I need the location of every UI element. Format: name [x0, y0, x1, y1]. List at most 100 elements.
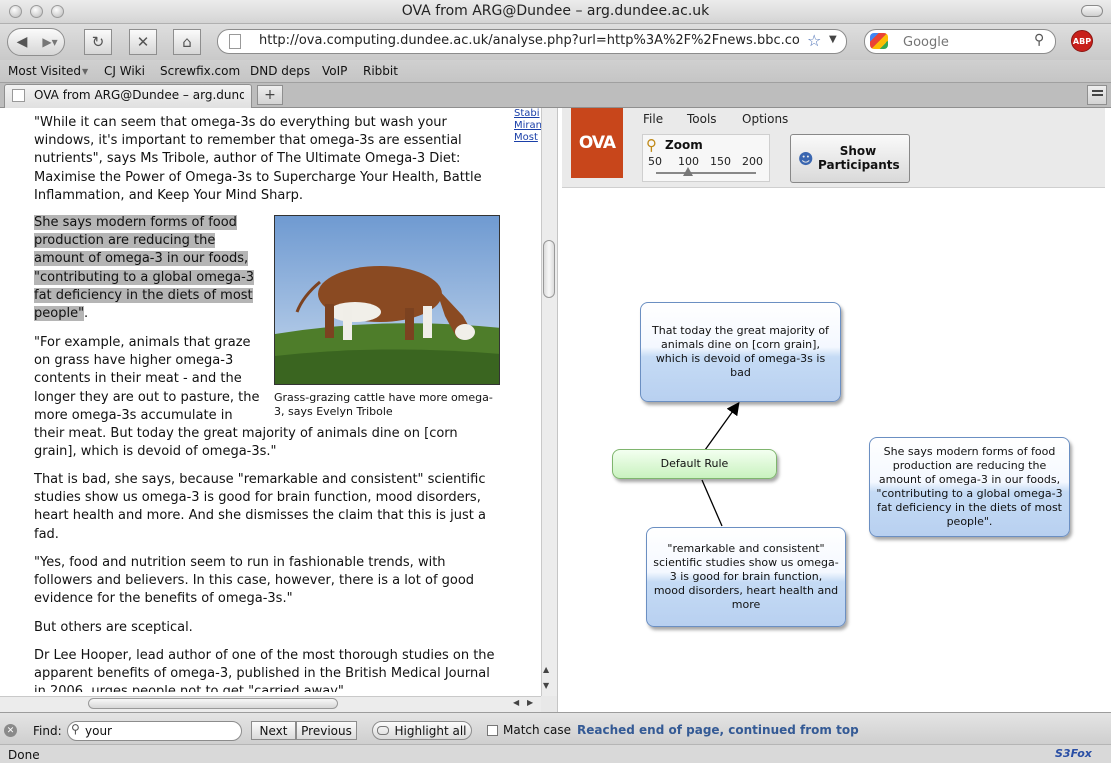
search-magnifier-icon[interactable]: ⚲ [1034, 32, 1044, 48]
match-case-label: Match case [503, 723, 572, 737]
text-line: "For example, animals that graze [34, 335, 251, 350]
zoom-label: Zoom [665, 138, 703, 152]
highlighted-line: fat deficiency in the diets of most [34, 287, 253, 303]
article-paragraph: "Yes, food and nutrition seem to run in … [34, 555, 475, 607]
url-dropdown-icon[interactable]: ▼ [829, 34, 837, 45]
ova-logo: OVA [571, 108, 623, 178]
bookmark-most-visited[interactable]: Most Visited [8, 64, 81, 78]
side-link[interactable]: Stabi [514, 108, 541, 120]
find-magnifier-icon: ⚲ [71, 722, 80, 736]
toolbar-toggle-button[interactable] [1081, 5, 1103, 17]
bookmark-ribbit[interactable]: Ribbit [363, 64, 398, 78]
page-icon [229, 34, 241, 49]
text-tail: . [84, 306, 89, 322]
forward-button[interactable]: ▶▾ [38, 29, 62, 55]
bookmark-screwfix[interactable]: Screwfix.com [160, 64, 240, 78]
highlight-all-button[interactable]: Highlight all [372, 721, 472, 740]
reload-icon: ↻ [91, 33, 105, 51]
s3fox-label: S3Fox [1055, 747, 1092, 760]
side-link[interactable]: Miran [514, 120, 541, 132]
close-find-icon[interactable]: ✕ [4, 724, 17, 737]
find-next-button[interactable]: Next [251, 721, 296, 740]
highlighted-line: production are reducing the [34, 233, 216, 249]
cow-photo [274, 215, 500, 385]
highlighted-line: She says modern forms of food [34, 215, 237, 230]
window-title: OVA from ARG@Dundee – arg.dundee.ac.uk [401, 3, 710, 19]
text-line: longer they are out to pasture, the [34, 389, 260, 405]
photo-caption: Grass-grazing cattle have more omega-3, … [274, 391, 493, 418]
highlighted-line: amount of omega-3 in our foods, [34, 251, 249, 267]
tab-page-icon [12, 89, 25, 102]
article-paragraph: "While it can seem that omega-3s do ever… [34, 115, 482, 203]
article-paragraph: "For example, animals that graze on gras… [34, 334, 270, 425]
menu-file[interactable]: File [643, 112, 663, 126]
list-icon [1092, 90, 1103, 92]
status-text: Done [8, 748, 40, 762]
arrow-right-icon: ▶▾ [42, 35, 58, 49]
scroll-up-icon[interactable]: ▲ [543, 665, 549, 674]
bookmark-star-icon[interactable]: ☆ [807, 31, 821, 50]
zoom-tick: 50 [648, 155, 662, 168]
reload-button[interactable]: ↻ [84, 29, 112, 55]
zoom-tick: 200 [742, 155, 763, 168]
home-icon: ⌂ [182, 33, 192, 51]
conclusion-node[interactable]: That today the great majority of animals… [640, 302, 841, 402]
highlighted-line: people" [34, 306, 85, 322]
default-rule-node[interactable]: Default Rule [612, 449, 777, 479]
zoom-tick: 150 [710, 155, 731, 168]
bookmark-cj-wiki[interactable]: CJ Wiki [104, 64, 145, 78]
article-paragraph: But others are sceptical. [34, 620, 193, 635]
match-case-checkbox[interactable] [487, 725, 498, 736]
side-links[interactable]: Stabi Miran Most [514, 108, 541, 144]
scroll-left-icon[interactable]: ◀ [513, 698, 519, 707]
s3fox-addon[interactable]: S3Fox [1055, 747, 1092, 760]
vertical-scroll-thumb[interactable] [543, 240, 555, 298]
highlight-all-label: Highlight all [394, 723, 467, 738]
premise-node[interactable]: "remarkable and consistent" scientific s… [646, 527, 846, 627]
chevron-down-icon: ▼ [82, 67, 89, 76]
bookmark-dnd-deps[interactable]: DND deps [250, 64, 310, 78]
side-link[interactable]: Most [514, 132, 541, 144]
edge-premise-to-rule [701, 479, 723, 527]
menu-tools[interactable]: Tools [687, 112, 717, 126]
article-paragraph: Dr Lee Hooper, lead author of one of the… [34, 648, 495, 692]
find-previous-button[interactable]: Previous [296, 721, 357, 740]
scroll-right-icon[interactable]: ▶ [527, 698, 533, 707]
article-paragraph: That is bad, she says, because "remarkab… [34, 472, 486, 542]
text-line: on grass have higher omega-3 [34, 353, 234, 369]
highlight-icon [377, 726, 390, 735]
find-status: Reached end of page, continued from top [577, 723, 859, 737]
tab-list-button[interactable] [1087, 85, 1107, 105]
zoom-slider-handle[interactable] [683, 167, 693, 176]
arrow-left-icon: ◀ [16, 34, 28, 50]
show-participants-label: Show Participants [818, 144, 900, 172]
vertical-scrollbar[interactable] [541, 108, 557, 696]
text-line: contents in their meat - and the [34, 371, 242, 387]
tab-label: OVA from ARG@Dundee – arg.dunde... [34, 88, 244, 102]
new-tab-button[interactable]: + [257, 85, 283, 105]
google-engine-icon[interactable] [870, 33, 888, 49]
scroll-down-icon[interactable]: ▼ [543, 681, 549, 690]
url-text[interactable]: http://ova.computing.dundee.ac.uk/analys… [259, 33, 799, 51]
home-button[interactable]: ⌂ [173, 29, 201, 55]
stop-button[interactable]: ✕ [129, 29, 157, 55]
zoom-slider-track[interactable] [656, 172, 756, 174]
plus-icon: + [264, 87, 276, 103]
text-line: more omega-3s accumulate in [34, 407, 233, 423]
article-paragraph: their meat. But today the great majority… [34, 426, 458, 460]
edge-rule-to-conclusion [704, 401, 740, 451]
back-button[interactable]: ◀ [8, 29, 36, 55]
menu-options[interactable]: Options [742, 112, 788, 126]
standalone-node[interactable]: She says modern forms of food production… [869, 437, 1070, 537]
highlighted-line: "contributing to a global omega-3 [34, 269, 255, 285]
article-paragraph-highlighted[interactable]: She says modern forms of food production… [34, 214, 266, 323]
find-label: Find: [33, 724, 62, 738]
participants-icon: ☻ [798, 150, 814, 168]
find-input[interactable] [85, 723, 235, 739]
adblock-plus-icon[interactable]: ABP [1071, 30, 1093, 52]
bookmark-voip[interactable]: VoIP [322, 64, 347, 78]
horizontal-scroll-thumb[interactable] [88, 698, 338, 709]
status-bar [0, 744, 1111, 763]
stop-icon: ✕ [136, 33, 150, 51]
search-input[interactable] [903, 33, 1033, 51]
